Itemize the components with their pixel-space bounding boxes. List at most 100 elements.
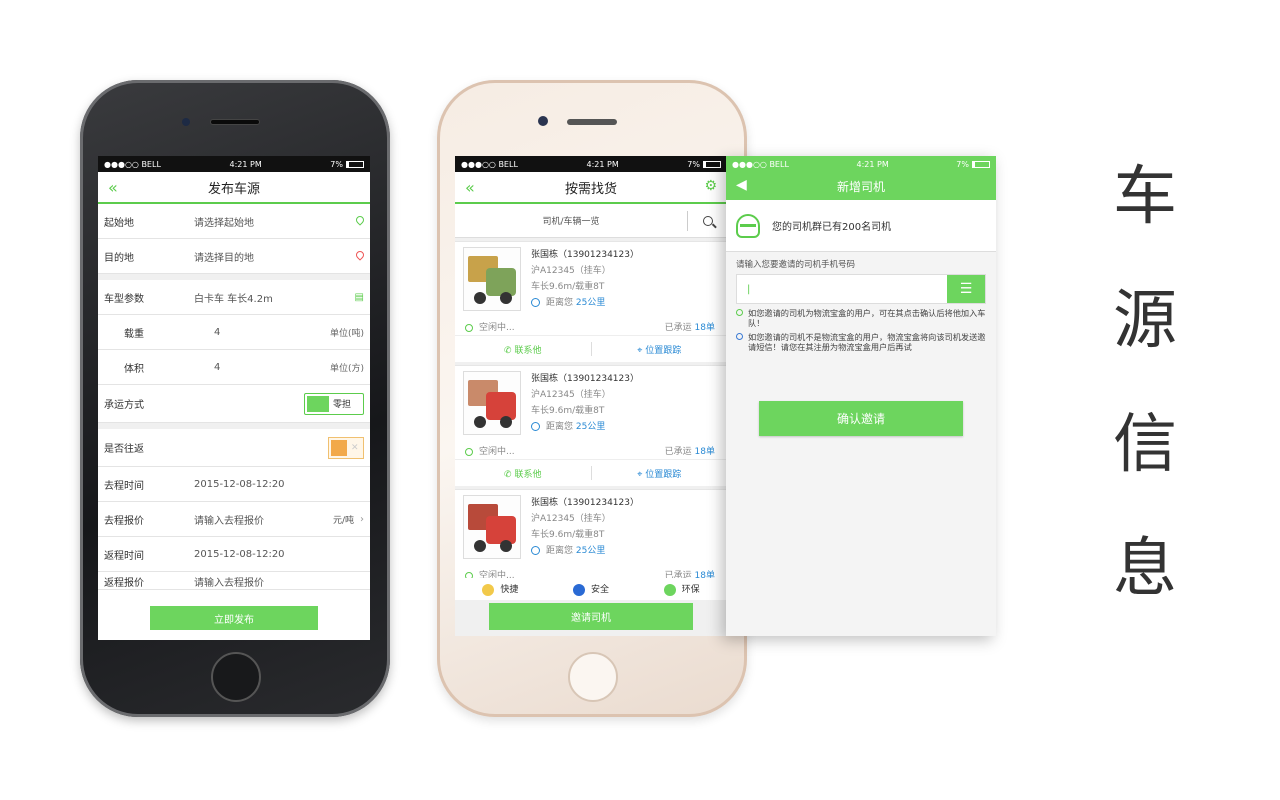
page-title: 新增司机 xyxy=(836,179,885,194)
back-arrow-icon[interactable]: ◀ xyxy=(736,177,747,193)
weight-value[interactable]: 4 xyxy=(214,327,330,338)
back-price-input[interactable]: 请输入去程报价 xyxy=(194,574,364,589)
row-dest[interactable]: 目的地 请选择目的地 xyxy=(98,239,370,274)
bullet-icon xyxy=(736,333,743,340)
back-icon[interactable]: « xyxy=(108,178,118,197)
feature-bar: 快捷 安全 环保 xyxy=(455,578,727,600)
chevron-right-icon: › xyxy=(360,513,364,525)
note-existing-user: 如您邀请的司机为物流宝盒的用户，可在其点击确认后将他加入车队！ xyxy=(726,304,996,328)
distance-value: 25公里 xyxy=(575,422,606,432)
roundtrip-toggle[interactable]: ✕ xyxy=(328,436,364,459)
map-pin-icon: ⌖ xyxy=(637,345,646,356)
battery-icon xyxy=(972,160,990,168)
contact-button[interactable]: ✆ 联系他 xyxy=(455,467,591,480)
track-button[interactable]: ⌖ 位置跟踪 xyxy=(592,343,728,356)
driver-name: 张国栋（13901234123） xyxy=(531,498,639,508)
feature-fast: 快捷 xyxy=(500,585,519,596)
distance-value: 25公里 xyxy=(575,298,606,308)
confirm-invite-button[interactable]: 确认邀请 xyxy=(759,401,963,436)
status-bar: ●●●○○ BELL 4:21 PM 7% xyxy=(455,156,727,172)
row-weight[interactable]: 载重 4 单位(吨) xyxy=(98,315,370,350)
battery-level: 7% xyxy=(330,159,343,169)
orders-label: 已承运 xyxy=(664,323,692,333)
side-title-char: 车 xyxy=(1113,160,1177,234)
navbar: « 发布车源 xyxy=(98,172,370,204)
vehicle-value[interactable]: 白卡车 车长4.2m xyxy=(194,290,348,305)
side-title-char: 信 xyxy=(1113,408,1177,482)
row-back-time[interactable]: 返程时间 2015-12-08-12:20 xyxy=(98,537,370,572)
close-icon: ✕ xyxy=(351,442,359,453)
phone-icon: ✆ xyxy=(504,469,515,480)
truck-spec: 车长9.6m/载重8T xyxy=(531,406,605,416)
driver-state: 空闲中... xyxy=(479,323,515,333)
contact-button[interactable]: ✆ 联系他 xyxy=(455,343,591,356)
search-button[interactable] xyxy=(687,210,727,231)
back-price-label: 返程报价 xyxy=(104,578,144,589)
screen-find-goods: ●●●○○ BELL 4:21 PM 7% « 按需找货 ⚙ 司机/车辆一览 张… xyxy=(455,156,727,636)
driver-card[interactable]: 张国栋（13901234123） 沪A12345（挂车） 车长9.6m/载重8T… xyxy=(455,365,727,486)
row-go-time[interactable]: 去程时间 2015-12-08-12:20 xyxy=(98,467,370,502)
row-vehicle[interactable]: 车型参数 白卡车 车长4.2m ▤ xyxy=(98,280,370,315)
lock-icon xyxy=(572,583,585,596)
recycle-icon xyxy=(663,583,676,596)
driver-card[interactable]: 张国栋（13901234123） 沪A12345（挂车） 车长9.6m/载重8T… xyxy=(455,489,727,584)
phone-input[interactable]: | xyxy=(737,275,947,303)
truck-spec: 车长9.6m/载重8T xyxy=(531,530,605,540)
search-bar[interactable]: 司机/车辆一览 xyxy=(455,204,727,238)
phone-input-row: | ☰ xyxy=(736,274,986,304)
row-go-price[interactable]: 去程报价 请输入去程报价 元/吨 › xyxy=(98,502,370,537)
home-button[interactable] xyxy=(568,652,618,702)
speaker xyxy=(567,119,617,125)
row-back-price[interactable]: 返程报价 请输入去程报价 xyxy=(98,572,370,590)
row-mode: 承运方式 零担 xyxy=(98,385,370,423)
truck-spec: 车长9.6m/载重8T xyxy=(531,282,605,292)
volume-value[interactable]: 4 xyxy=(214,362,330,373)
distance-value: 25公里 xyxy=(575,546,606,556)
clock-icon xyxy=(465,323,473,332)
search-input[interactable]: 司机/车辆一览 xyxy=(455,214,687,227)
toggle-knob xyxy=(307,395,329,412)
plate-number: 沪A12345（挂车） xyxy=(531,390,611,400)
driver-count-text: 您的司机群已有200名司机 xyxy=(772,222,892,233)
go-time-value[interactable]: 2015-12-08-12:20 xyxy=(194,479,364,490)
row-origin[interactable]: 起始地 请选择起始地 xyxy=(98,204,370,239)
battery-level: 7% xyxy=(956,159,969,169)
note-1-text: 如您邀请的司机为物流宝盒的用户，可在其点击确认后将他加入车队！ xyxy=(748,308,986,328)
contacts-button[interactable]: ☰ xyxy=(947,275,985,303)
go-price-label: 去程报价 xyxy=(104,515,144,527)
filter-icon[interactable]: ⚙ xyxy=(704,178,717,194)
bullet-icon xyxy=(736,309,743,316)
note-new-user: 如您邀请的司机不是物流宝盒的用户，物流宝盒将向该司机发送邀请短信！请您在其注册为… xyxy=(726,328,996,352)
driver-card[interactable]: 张国栋（13901234123） 沪A12345（挂车） 车长9.6m/载重8T… xyxy=(455,241,727,362)
distance-icon xyxy=(531,422,540,431)
row-volume[interactable]: 体积 4 单位(方) xyxy=(98,350,370,385)
publish-button[interactable]: 立即发布 xyxy=(150,606,318,630)
navbar: « 按需找货 ⚙ xyxy=(455,172,727,204)
plate-number: 沪A12345（挂车） xyxy=(531,514,611,524)
battery-icon xyxy=(703,160,721,168)
home-button[interactable] xyxy=(211,652,261,702)
origin-label: 起始地 xyxy=(104,217,134,229)
side-title-char: 息 xyxy=(1113,532,1177,606)
truck-image xyxy=(463,495,521,559)
distance-icon xyxy=(531,298,540,307)
back-icon[interactable]: « xyxy=(465,178,475,197)
map-pin-icon: ⌖ xyxy=(637,469,646,480)
origin-value[interactable]: 请选择起始地 xyxy=(194,214,348,229)
clock: 4:21 PM xyxy=(856,159,889,169)
back-time-value[interactable]: 2015-12-08-12:20 xyxy=(194,549,364,560)
invite-driver-button[interactable]: 邀请司机 xyxy=(489,603,693,630)
orders-count: 18单 xyxy=(694,323,715,333)
search-icon xyxy=(702,215,713,226)
truck-image xyxy=(463,371,521,435)
mode-toggle[interactable]: 零担 xyxy=(304,392,364,415)
note-2-text: 如您邀请的司机不是物流宝盒的用户，物流宝盒将向该司机发送邀请短信！请您在其注册为… xyxy=(748,332,986,352)
driver-group-header: 您的司机群已有200名司机 xyxy=(726,200,996,252)
truck-image xyxy=(463,247,521,311)
page-title: 按需找货 xyxy=(564,181,617,197)
track-button[interactable]: ⌖ 位置跟踪 xyxy=(592,467,728,480)
dest-value[interactable]: 请选择目的地 xyxy=(194,249,348,264)
driver-state: 空闲中... xyxy=(479,447,515,457)
go-price-input[interactable]: 请输入去程报价 xyxy=(194,512,333,527)
feature-safe: 安全 xyxy=(590,585,609,596)
